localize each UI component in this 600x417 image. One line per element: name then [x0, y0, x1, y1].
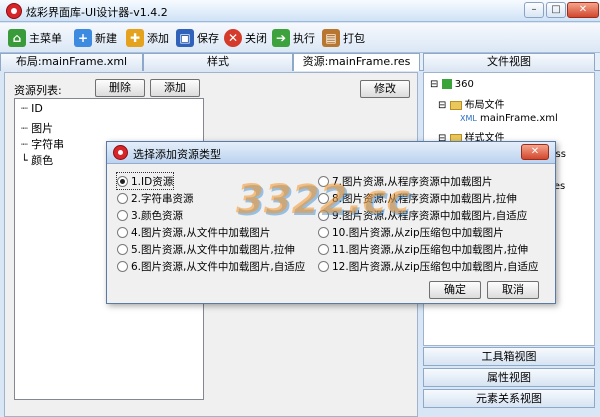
edit-button[interactable]: 修改 — [360, 80, 410, 98]
option-radio[interactable]: 2.字符串资源 — [117, 190, 194, 206]
dialog-title: 选择添加资源类型 — [133, 148, 221, 161]
toolbox-view-button[interactable]: 工具箱视图 — [423, 347, 595, 366]
option-radio[interactable]: 12.图片资源,从zip压缩包中加载图片,自适应 — [318, 258, 538, 274]
option-label: 12.图片资源,从zip压缩包中加载图片,自适应 — [332, 260, 539, 273]
new-label: 新建 — [95, 32, 117, 45]
tree-node-label: mainFrame.xml — [480, 113, 558, 124]
add-button[interactable]: ✚ 添加 — [124, 26, 171, 50]
property-view-button[interactable]: 属性视图 — [423, 368, 595, 387]
option-radio[interactable]: 10.图片资源,从zip压缩包中加载图片 — [318, 224, 504, 240]
ok-button[interactable]: 确定 — [429, 281, 481, 299]
option-radio[interactable]: 6.图片资源,从文件中加载图片,自适应 — [117, 258, 305, 274]
radio-selected-icon — [117, 175, 128, 187]
list-item[interactable]: ┈ 字符串 — [21, 136, 64, 152]
app-title: 炫彩界面库-UI设计器-v1.4.2 — [26, 6, 168, 19]
option-radio[interactable]: 5.图片资源,从文件中加载图片,拉伸 — [117, 241, 295, 257]
tree-root-label: 360 — [454, 79, 474, 90]
run-label: 执行 — [293, 32, 315, 45]
title-bar: 炫彩界面库-UI设计器-v1.4.2 – □ ✕ — [0, 0, 600, 22]
toolbar: ⌂ 主菜单 + 新建 ✚ 添加 ▣ 保存 ✕ 关闭 ➔ 执行 ▤ 打包 — [0, 23, 600, 53]
option-label: 5.图片资源,从文件中加载图片,拉伸 — [131, 243, 295, 256]
project-icon — [441, 79, 452, 89]
package-icon: ▤ — [322, 29, 340, 47]
tree-node[interactable]: ⊟ 布局文件 — [438, 96, 505, 111]
list-item-label: 图片 — [31, 122, 54, 135]
home-icon: ⌂ — [8, 29, 26, 47]
option-radio[interactable]: 11.图片资源,从zip压缩包中加载图片,拉伸 — [318, 241, 528, 257]
run-icon: ➔ — [272, 29, 290, 47]
save-icon: ▣ — [176, 29, 194, 47]
add-resource-button[interactable]: 添加 — [150, 79, 200, 97]
minimize-button[interactable]: – — [524, 2, 544, 18]
dialog-close-button[interactable]: ✕ — [521, 144, 549, 160]
new-file-icon: + — [74, 29, 92, 47]
element-relation-view-button[interactable]: 元素关系视图 — [423, 389, 595, 408]
radio-icon — [117, 226, 128, 238]
radio-icon — [117, 209, 128, 221]
option-radio[interactable]: 4.图片资源,从文件中加载图片 — [117, 224, 270, 240]
tab-layout[interactable]: 布局:mainFrame.xml — [0, 53, 143, 71]
save-button[interactable]: ▣ 保存 — [174, 26, 221, 50]
resource-list-label: 资源列表: — [14, 84, 62, 97]
maximize-button[interactable]: □ — [546, 2, 566, 18]
radio-icon — [117, 243, 128, 255]
tree-node[interactable]: XML mainFrame.xml — [460, 113, 558, 124]
main-menu-label: 主菜单 — [29, 32, 62, 45]
list-item[interactable]: ┈ 图片 — [21, 120, 53, 136]
package-button[interactable]: ▤ 打包 — [320, 26, 367, 50]
option-label: 11.图片资源,从zip压缩包中加载图片,拉伸 — [332, 243, 528, 256]
main-menu-button[interactable]: ⌂ 主菜单 — [6, 26, 64, 50]
list-item[interactable]: └ 颜色 — [21, 152, 53, 168]
package-label: 打包 — [343, 32, 365, 45]
tab-style[interactable]: 样式 — [143, 53, 293, 71]
add-label: 添加 — [147, 32, 169, 45]
cancel-button[interactable]: 取消 — [487, 281, 539, 299]
list-item[interactable]: ┈ ID — [21, 102, 43, 115]
tab-resources[interactable]: 资源:mainFrame.res — [293, 53, 420, 71]
list-item-label: 字符串 — [31, 138, 65, 151]
add-icon: ✚ — [126, 29, 144, 47]
radio-icon — [117, 192, 128, 204]
tree-root[interactable]: ⊟ 360 — [430, 79, 474, 90]
folder-icon — [449, 100, 462, 110]
option-label: 10.图片资源,从zip压缩包中加载图片 — [332, 226, 504, 239]
radio-icon — [318, 243, 329, 255]
window-close-button[interactable]: ✕ — [567, 2, 599, 18]
xml-file-icon: XML — [460, 114, 477, 123]
delete-button[interactable]: 删除 — [95, 79, 145, 97]
radio-icon — [318, 260, 329, 272]
tree-node-label: 布局文件 — [464, 100, 505, 111]
app-logo-icon — [6, 3, 22, 19]
option-radio[interactable]: 3.颜色资源 — [117, 207, 183, 223]
radio-icon — [117, 260, 128, 272]
tab-bar: 布局:mainFrame.xml 样式 资源:mainFrame.res 文件视… — [0, 53, 600, 71]
save-label: 保存 — [197, 32, 219, 45]
new-button[interactable]: + 新建 — [72, 26, 119, 50]
option-label: 6.图片资源,从文件中加载图片,自适应 — [131, 260, 306, 273]
close-button[interactable]: ✕ 关闭 — [222, 26, 269, 50]
option-label: 1.ID资源 — [131, 175, 174, 188]
option-label: 2.字符串资源 — [131, 192, 194, 205]
dialog-logo-icon — [113, 145, 128, 160]
dialog-title-bar: 选择添加资源类型 ✕ — [107, 142, 555, 164]
option-label: 3.颜色资源 — [131, 209, 184, 222]
radio-icon — [318, 226, 329, 238]
watermark-text: 3322.cc — [236, 177, 410, 223]
close-label: 关闭 — [245, 32, 267, 45]
option-radio[interactable]: 1.ID资源 — [115, 172, 175, 190]
option-label: 4.图片资源,从文件中加载图片 — [131, 226, 271, 239]
list-item-label: ID — [31, 102, 43, 115]
close-icon: ✕ — [224, 29, 242, 47]
run-button[interactable]: ➔ 执行 — [270, 26, 317, 50]
tab-file-view[interactable]: 文件视图 — [423, 53, 595, 71]
list-item-label: 颜色 — [31, 154, 54, 167]
